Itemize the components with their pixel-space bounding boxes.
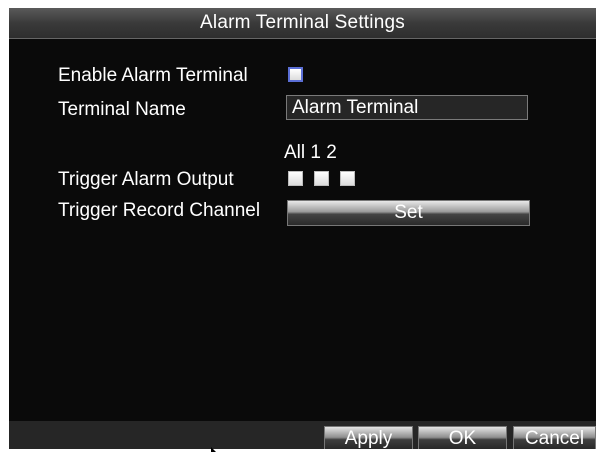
dialog-title: Alarm Terminal Settings [200,12,405,33]
cancel-button[interactable]: Cancel [513,426,596,449]
title-bar: Alarm Terminal Settings [9,8,596,39]
enable-alarm-terminal-checkbox[interactable] [288,67,303,82]
output-all-checkbox[interactable] [288,171,303,186]
mouse-cursor-icon [211,447,216,452]
trigger-record-channel-label: Trigger Record Channel [58,200,261,221]
ok-button[interactable]: OK [418,426,507,449]
trigger-alarm-output-label: Trigger Alarm Output [58,169,234,190]
enable-alarm-terminal-label: Enable Alarm Terminal [58,65,248,86]
apply-button[interactable]: Apply [324,426,413,449]
terminal-name-label: Terminal Name [58,99,186,120]
set-button[interactable]: Set [287,200,530,226]
output-columns-header: All 1 2 [284,142,337,163]
alarm-terminal-settings-dialog: Alarm Terminal Settings Enable Alarm Ter… [9,8,596,449]
footer-bar [9,421,596,449]
terminal-name-input[interactable]: Alarm Terminal [286,95,528,120]
output-2-checkbox[interactable] [340,171,355,186]
output-1-checkbox[interactable] [314,171,329,186]
